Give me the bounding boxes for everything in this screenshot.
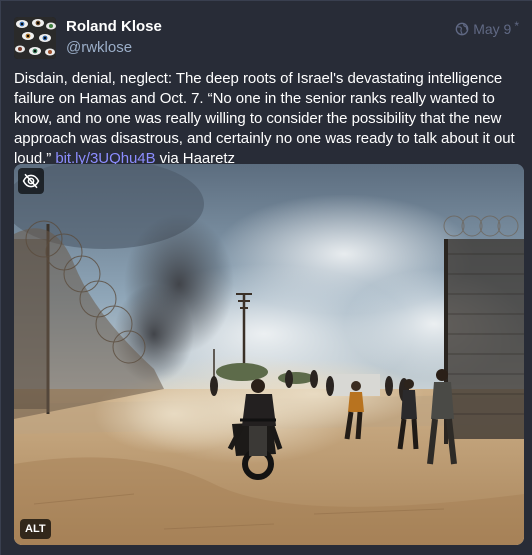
globe-icon [455, 22, 469, 36]
status-post: Roland Klose @rwklose May 9 * Disdain, d… [0, 0, 532, 555]
hide-media-button[interactable] [18, 168, 44, 194]
status-meta: May 9 * [455, 19, 519, 37]
avatar[interactable] [14, 17, 56, 59]
eye-slash-icon [22, 173, 40, 189]
media-attachment[interactable]: ALT [14, 164, 524, 545]
attached-photo[interactable] [14, 164, 524, 545]
status-content: Disdain, denial, neglect: The deep roots… [14, 69, 520, 169]
avatar-image [14, 17, 56, 59]
post-date[interactable]: May 9 [473, 21, 511, 37]
alt-text-button[interactable]: ALT [20, 519, 51, 539]
edited-marker: * [514, 19, 519, 33]
author-handle[interactable]: @rwklose [66, 38, 162, 58]
author-display-name[interactable]: Roland Klose [66, 17, 162, 37]
author-names: Roland Klose @rwklose [66, 17, 162, 58]
status-header: Roland Klose @rwklose May 9 * [14, 17, 525, 59]
